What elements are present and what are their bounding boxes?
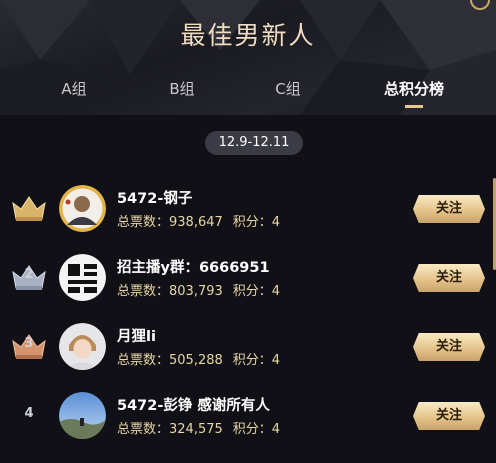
gold-crown-icon bbox=[12, 196, 46, 221]
tab-group-c[interactable]: C组 bbox=[275, 78, 300, 99]
total-votes: 总票数：803,793 bbox=[117, 284, 223, 299]
streamer-name[interactable]: 5472-彭铮 感谢所有人 bbox=[117, 394, 270, 415]
avatar[interactable] bbox=[59, 185, 106, 232]
tab-bar: A组 B组 C组 总积分榜 bbox=[0, 78, 496, 108]
avatar[interactable] bbox=[59, 254, 106, 301]
total-votes: 总票数：324,575 bbox=[117, 422, 223, 437]
rank-number: 2 bbox=[24, 267, 34, 282]
date-range-badge: 12.9-12.11 bbox=[205, 131, 303, 155]
page-title: 最佳男新人 bbox=[180, 21, 316, 50]
score: 积分：4 bbox=[232, 215, 281, 230]
ranking-row: 3 月狸li 总票数：505,288 积分：4 关注 bbox=[0, 316, 496, 376]
follow-button[interactable]: 关注 bbox=[413, 402, 485, 430]
tab-group-a[interactable]: A组 bbox=[61, 78, 86, 99]
avatar[interactable] bbox=[59, 323, 106, 370]
follow-button[interactable]: 关注 bbox=[413, 195, 485, 223]
vote-stats: 总票数：324,575 积分：4 bbox=[117, 418, 280, 437]
score: 积分：4 bbox=[232, 284, 281, 299]
header-banner: 最佳男新人 A组 B组 C组 总积分榜 bbox=[0, 0, 496, 115]
total-votes: 总票数：505,288 bbox=[117, 353, 223, 368]
tab-total-score[interactable]: 总积分榜 bbox=[384, 78, 444, 99]
rank-number: 4 bbox=[24, 406, 34, 421]
streamer-name[interactable]: 招主播y群：6666951 bbox=[117, 256, 270, 277]
total-votes: 总票数：938,647 bbox=[117, 215, 223, 230]
score: 积分：4 bbox=[232, 422, 281, 437]
active-tab-indicator bbox=[405, 105, 423, 108]
streamer-name[interactable]: 月狸li bbox=[117, 325, 156, 346]
tab-group-b[interactable]: B组 bbox=[169, 78, 194, 99]
vote-stats: 总票数：803,793 积分：4 bbox=[117, 280, 280, 299]
follow-button[interactable]: 关注 bbox=[413, 264, 485, 292]
ranking-row: 4 5472-彭铮 感谢所有人 总票数：324,575 积分：4 关注 bbox=[0, 385, 496, 445]
follow-button[interactable]: 关注 bbox=[413, 333, 485, 361]
score: 积分：4 bbox=[232, 353, 281, 368]
streamer-name[interactable]: 5472-钢子 bbox=[117, 187, 192, 208]
rank-number: 3 bbox=[24, 336, 34, 351]
ranking-row: 2 招主播y群：6666951 总票数：803,793 积分：4 关注 bbox=[0, 247, 496, 307]
vote-stats: 总票数：505,288 积分：4 bbox=[117, 349, 280, 368]
vote-stats: 总票数：938,647 积分：4 bbox=[117, 211, 280, 230]
ranking-row: 5472-钢子 总票数：938,647 积分：4 关注 bbox=[0, 178, 496, 238]
avatar[interactable] bbox=[59, 392, 106, 439]
